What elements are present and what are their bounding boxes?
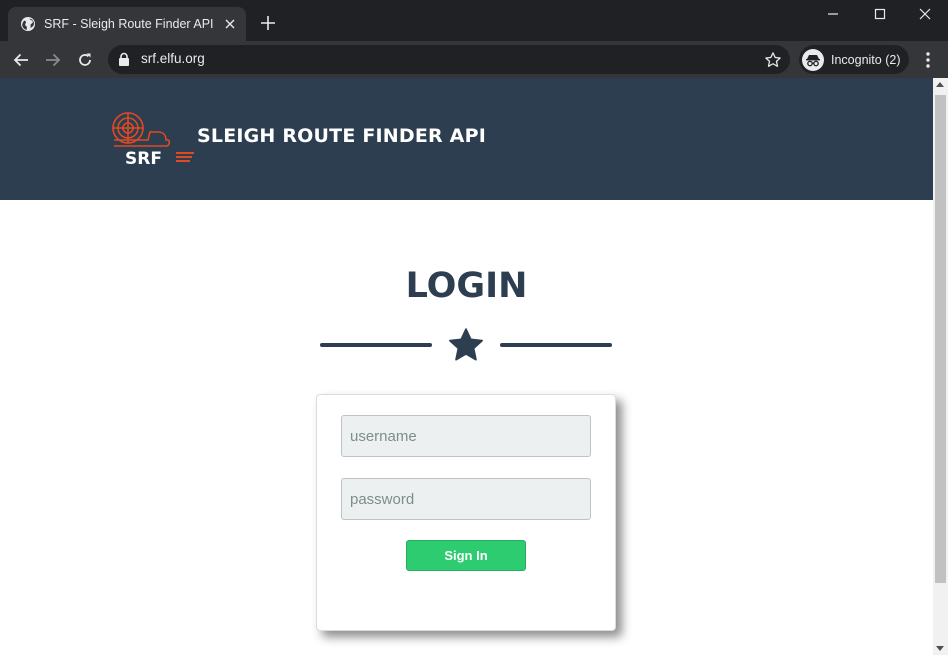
incognito-icon	[802, 48, 824, 71]
globe-icon	[20, 16, 36, 32]
forward-arrow-icon[interactable]	[40, 47, 66, 73]
svg-text:SRF: SRF	[125, 149, 162, 168]
scroll-down-arrow-icon[interactable]	[936, 646, 944, 651]
browser-toolbar: srf.elfu.org Incognito (2)	[0, 41, 948, 78]
password-input[interactable]	[341, 478, 591, 520]
page-viewport: SRF SLEIGH ROUTE FINDER API LOGIN Sign I…	[0, 78, 933, 655]
site-header: SRF SLEIGH ROUTE FINDER API	[0, 78, 933, 200]
scrollbar-thumb[interactable]	[935, 95, 946, 583]
browser-tab[interactable]: SRF - Sleigh Route Finder API	[8, 7, 246, 41]
sign-in-button[interactable]: Sign In	[406, 540, 526, 571]
srf-logo: SRF	[110, 110, 198, 169]
minimize-icon[interactable]	[810, 0, 856, 28]
url-text: srf.elfu.org	[141, 51, 205, 66]
address-bar[interactable]: srf.elfu.org	[108, 45, 790, 74]
incognito-profile-button[interactable]: Incognito (2)	[799, 45, 909, 74]
scroll-up-arrow-icon[interactable]	[936, 82, 944, 87]
incognito-label: Incognito (2)	[831, 52, 901, 67]
close-window-icon[interactable]	[902, 0, 948, 28]
star-icon	[447, 328, 485, 364]
username-input[interactable]	[341, 415, 591, 457]
close-tab-icon[interactable]	[222, 16, 238, 32]
back-arrow-icon[interactable]	[8, 47, 34, 73]
divider-line-right	[500, 343, 612, 347]
lock-icon	[118, 52, 132, 67]
login-heading: LOGIN	[405, 266, 528, 306]
divider-line-left	[320, 343, 432, 347]
login-card: Sign In	[316, 394, 616, 631]
tab-title: SRF - Sleigh Route Finder API	[44, 17, 214, 31]
kebab-menu-icon[interactable]	[918, 50, 938, 70]
browser-title-bar: SRF - Sleigh Route Finder API	[0, 0, 948, 41]
maximize-icon[interactable]	[857, 0, 903, 28]
page-scrollbar[interactable]	[933, 78, 948, 655]
new-tab-icon[interactable]	[258, 13, 278, 33]
reload-icon[interactable]	[72, 47, 98, 73]
bookmark-star-icon[interactable]	[764, 51, 782, 69]
site-title: SLEIGH ROUTE FINDER API	[197, 125, 486, 147]
